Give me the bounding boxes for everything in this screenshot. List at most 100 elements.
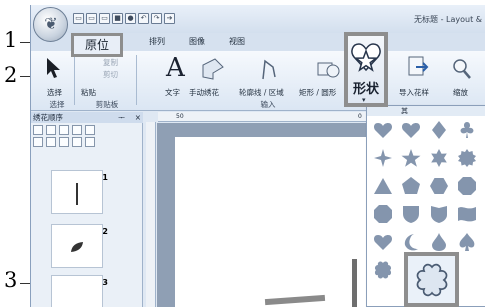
chevron-down-icon: ▾ — [362, 96, 366, 104]
panel-tool-icon[interactable] — [85, 125, 95, 135]
tab-image[interactable]: 图像 — [189, 36, 205, 47]
manual-stitch-icon[interactable] — [201, 57, 225, 81]
shape-club-icon[interactable] — [457, 120, 477, 140]
thumbnail-number: 1 — [102, 173, 108, 182]
tab-arrange[interactable]: 排列 — [149, 36, 165, 47]
panel-tool-icon[interactable] — [59, 125, 69, 135]
ribbon-separator — [136, 55, 137, 105]
panel-toolbar — [33, 125, 95, 135]
canvas-vertical-line — [352, 259, 357, 307]
embroidery-order-panel: 绣花顺序 ᅮ × 1 2 3 — [31, 112, 143, 307]
ribbon-tabs: 原位 排列 图像 视图 — [31, 33, 485, 57]
group-select-label: 选择 — [49, 100, 65, 109]
callout-1: 1 — [4, 28, 18, 52]
tab-view[interactable]: 视图 — [229, 36, 245, 47]
shape-shield-icon[interactable] — [401, 204, 421, 224]
title-bar: ▭ ▭ ▭ ■ ● ↶ ↷ ➔ 无标题 - Layout & — [31, 5, 485, 33]
select-label: 选择 — [47, 88, 62, 97]
shape-burst-icon[interactable] — [457, 148, 477, 168]
shape-star4-icon[interactable] — [373, 148, 393, 168]
canvas-shape-stroke — [264, 294, 326, 306]
open-file-icon[interactable]: ▭ — [86, 13, 97, 24]
gallery-header: 其 — [367, 106, 485, 116]
shape-heart-icon[interactable] — [373, 120, 393, 140]
thumbnail-number: 3 — [102, 278, 108, 287]
redo-icon[interactable]: ↷ — [151, 13, 162, 24]
shape-pentagon-icon[interactable] — [401, 176, 421, 196]
import-label[interactable]: 导入花样 — [399, 87, 429, 98]
callout-2: 2 — [4, 63, 18, 87]
shape-heart2-icon[interactable] — [373, 232, 393, 252]
panel-title: 绣花顺序 ᅮ × — [31, 112, 143, 123]
cut-label[interactable]: 剪切 — [103, 69, 118, 80]
shape-shield2-icon[interactable] — [429, 204, 449, 224]
shape-diamond-icon[interactable] — [429, 120, 449, 140]
manual-label[interactable]: 手动绣花 — [189, 87, 219, 98]
panel-pin-icon[interactable]: ᅮ — [118, 112, 125, 123]
ribbon-separator — [74, 55, 75, 105]
flower-icon — [416, 263, 448, 297]
panel-toolbar — [33, 137, 95, 147]
shape-star6-icon[interactable] — [429, 148, 449, 168]
leaf-logo-icon: ❦ — [44, 14, 58, 33]
shape-heart-icon[interactable] — [401, 120, 421, 140]
panel-tool-icon[interactable] — [72, 137, 82, 147]
outline-label[interactable]: 轮廓线 / 区域 — [239, 87, 284, 98]
order-thumbnail[interactable]: 2 — [51, 224, 108, 268]
shapes-label: 形状 — [352, 82, 379, 97]
thumbnail-line-icon — [76, 183, 78, 205]
panel-tool-icon[interactable] — [46, 125, 56, 135]
record-icon[interactable]: ● — [125, 13, 136, 24]
quick-access-toolbar: ▭ ▭ ▭ ■ ● ↶ ↷ ➔ — [73, 13, 175, 24]
panel-title-text: 绣花顺序 — [33, 113, 63, 122]
import-pattern-icon[interactable] — [407, 55, 429, 79]
shape-octagon-icon[interactable] — [457, 176, 477, 196]
panel-tool-icon[interactable] — [46, 137, 56, 147]
application-button[interactable]: ❦ — [33, 7, 68, 42]
shape-triangle-icon[interactable] — [373, 176, 393, 196]
rectangle-circle-icon[interactable] — [316, 57, 340, 81]
save-icon[interactable]: ■ — [112, 13, 123, 24]
order-thumbnail[interactable]: 1 — [51, 170, 108, 214]
shape-banner-icon[interactable] — [457, 204, 477, 224]
panel-tool-icon[interactable] — [33, 137, 43, 147]
undo-icon[interactable]: ↶ — [138, 13, 149, 24]
shapes-button[interactable]: 形状 ▾ — [344, 32, 388, 107]
callout-3: 3 — [4, 268, 18, 292]
select-arrow-icon[interactable] — [45, 57, 61, 79]
outline-icon[interactable] — [259, 57, 283, 81]
ruler-mark: 0 — [358, 113, 362, 120]
shape-drop-icon[interactable] — [429, 232, 449, 252]
shape-spade-icon[interactable] — [457, 232, 477, 252]
new-file-icon[interactable]: ▭ — [73, 13, 84, 24]
zoom-icon[interactable] — [451, 57, 473, 81]
group-input-label: 输入 — [260, 100, 276, 109]
panel-close-icon[interactable]: × — [135, 112, 141, 123]
tab-home[interactable]: 原位 — [71, 33, 123, 57]
text-icon[interactable]: A — [166, 55, 185, 81]
shape-flower-icon[interactable] — [373, 260, 393, 280]
vertical-ruler — [146, 122, 156, 307]
order-thumbnail[interactable]: 3 — [51, 275, 108, 307]
application-window: ▭ ▭ ▭ ■ ● ↶ ↷ ➔ 无标题 - Layout & ❦ 原位 排列 图… — [30, 5, 485, 307]
print-icon[interactable]: ▭ — [99, 13, 110, 24]
selected-flower-shape[interactable] — [404, 252, 459, 307]
ruler-mark: 50 — [176, 113, 184, 120]
shape-moon-icon[interactable] — [401, 232, 421, 252]
shape-label[interactable]: 矩形 / 圆形 — [299, 87, 336, 98]
panel-tool-icon[interactable] — [85, 137, 95, 147]
ribbon: 选择 粘贴 复制 剪切 A 文字 手动绣花 轮廓线 / 区域 矩形 / 圆形 导… — [31, 51, 485, 111]
shape-star5-icon[interactable] — [401, 148, 421, 168]
zoom-label[interactable]: 缩放 — [453, 87, 468, 98]
window-title: 无标题 - Layout & — [414, 15, 482, 24]
paste-label[interactable]: 粘贴 — [81, 87, 96, 98]
panel-tool-icon[interactable] — [72, 125, 82, 135]
shape-octagon2-icon[interactable] — [373, 204, 393, 224]
panel-tool-icon[interactable] — [33, 125, 43, 135]
copy-label[interactable]: 复制 — [103, 57, 118, 68]
text-label[interactable]: 文字 — [165, 87, 180, 98]
panel-tool-icon[interactable] — [59, 137, 69, 147]
shape-hexagon-icon[interactable] — [429, 176, 449, 196]
group-clipboard-label: 剪贴板 — [95, 100, 119, 109]
send-icon[interactable]: ➔ — [164, 13, 175, 24]
